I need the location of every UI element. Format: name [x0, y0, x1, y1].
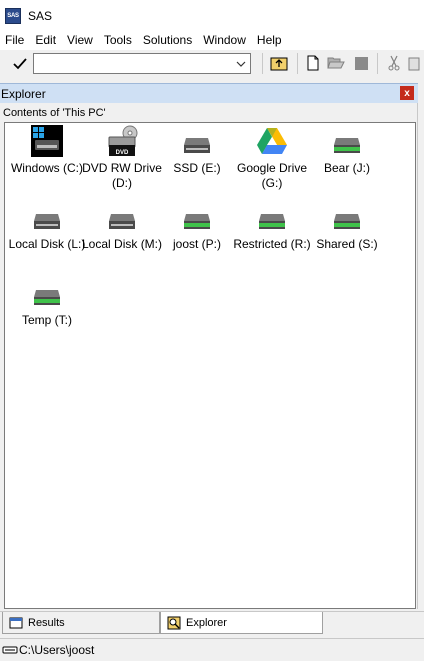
results-icon: [9, 617, 23, 628]
bottom-tab-bar: Results Explorer: [0, 611, 424, 634]
tab-results-label: Results: [28, 616, 65, 629]
hard-drive-icon: [109, 214, 135, 229]
save-icon: [354, 56, 368, 70]
drive-status-icon: [2, 646, 18, 654]
status-bar: C:\Users\joost: [0, 638, 424, 661]
title-bar: SAS SAS: [0, 0, 424, 31]
up-folder-button[interactable]: [270, 54, 288, 72]
up-folder-icon: [270, 57, 288, 71]
drive-label: Windows (C:): [10, 161, 83, 175]
menu-bar: File Edit View Tools Solutions Window He…: [0, 31, 424, 50]
network-drive-icon: [34, 290, 60, 305]
windows-drive-icon: [31, 125, 63, 157]
contents-label: Contents of 'This PC': [3, 107, 106, 119]
drive-label: Bear (J:): [323, 161, 370, 175]
new-button[interactable]: [304, 54, 322, 72]
drive-item[interactable]: Windows (C:): [7, 125, 87, 176]
google-drive-icon: [257, 128, 287, 154]
drive-item[interactable]: joost (P:): [157, 201, 237, 252]
menu-edit[interactable]: Edit: [30, 31, 62, 50]
hard-drive-icon: [184, 138, 210, 153]
drive-label: joost (P:): [172, 237, 221, 251]
drive-label: Local Disk (L:): [8, 237, 86, 251]
menu-window[interactable]: Window: [198, 31, 252, 50]
explorer-title: Explorer: [1, 86, 46, 101]
toolbar-separator: [262, 53, 263, 74]
toolbar-separator: [377, 53, 378, 74]
tab-explorer[interactable]: Explorer: [160, 612, 323, 634]
sas-app-icon: SAS: [5, 7, 21, 24]
dvd-drive-icon: DVD: [108, 125, 138, 156]
drive-item[interactable]: Local Disk (M:): [82, 201, 162, 252]
network-drive-icon: [334, 138, 360, 153]
open-folder-icon: [327, 57, 345, 69]
chevron-down-icon[interactable]: [235, 58, 247, 70]
hard-drive-icon: [34, 214, 60, 229]
tab-explorer-label: Explorer: [186, 616, 227, 629]
new-file-icon: [307, 55, 319, 71]
open-button[interactable]: [327, 54, 345, 72]
copy-button[interactable]: [406, 54, 424, 72]
network-drive-icon: [334, 214, 360, 229]
tab-results[interactable]: Results: [2, 612, 160, 634]
drive-item[interactable]: SSD (E:): [157, 125, 237, 176]
drive-item[interactable]: Bear (J:): [307, 125, 387, 176]
submit-check-icon[interactable]: [11, 55, 29, 73]
drive-label: SSD (E:): [173, 161, 221, 175]
drive-label: Google Drive (G:): [236, 161, 308, 190]
network-drive-icon: [184, 214, 210, 229]
explorer-content-area: Windows (C:) DVD DVD RW Drive (D:) SSD (…: [4, 122, 416, 609]
copy-icon: [408, 57, 420, 71]
command-input[interactable]: [33, 53, 251, 74]
menu-tools[interactable]: Tools: [99, 31, 138, 50]
drive-label: Temp (T:): [21, 313, 72, 327]
drive-item[interactable]: Shared (S:): [307, 201, 387, 252]
drive-label: Restricted (R:): [233, 237, 311, 251]
explorer-panel: Explorer x Contents of 'This PC' Windows…: [0, 83, 418, 609]
toolbar-separator: [297, 53, 298, 74]
current-path: C:\Users\joost: [19, 643, 95, 657]
drive-item[interactable]: Local Disk (L:): [7, 201, 87, 252]
drive-item[interactable]: Google Drive (G:): [232, 125, 312, 191]
network-drive-icon: [259, 214, 285, 229]
svg-text:DVD: DVD: [116, 150, 129, 156]
menu-help[interactable]: Help: [252, 31, 288, 50]
menu-view[interactable]: View: [62, 31, 99, 50]
close-icon[interactable]: x: [400, 86, 414, 100]
cut-button[interactable]: [385, 54, 403, 72]
menu-solutions[interactable]: Solutions: [138, 31, 198, 50]
drive-item[interactable]: DVD DVD RW Drive (D:): [82, 125, 162, 191]
menu-file[interactable]: File: [0, 31, 30, 50]
drive-label: Shared (S:): [316, 237, 378, 251]
drive-item[interactable]: Restricted (R:): [232, 201, 312, 252]
drive-label: DVD RW Drive (D:): [82, 161, 162, 190]
window-title: SAS: [28, 8, 53, 23]
scissors-icon: [388, 55, 400, 71]
drive-item[interactable]: Temp (T:): [7, 277, 87, 328]
explorer-header: Explorer x: [0, 83, 418, 103]
explorer-icon: [167, 616, 181, 629]
drive-label: Local Disk (M:): [82, 237, 163, 251]
save-button[interactable]: [352, 54, 370, 72]
